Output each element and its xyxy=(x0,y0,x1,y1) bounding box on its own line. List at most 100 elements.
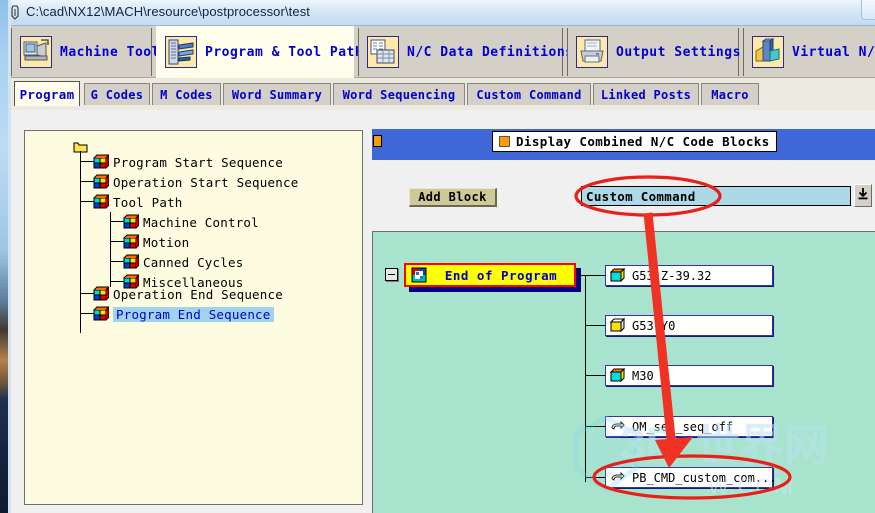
combobox-value: Custom Command xyxy=(586,188,696,204)
canvas-connector xyxy=(585,375,605,376)
tree-item-operation-start-sequence[interactable]: Operation Start Sequence xyxy=(93,173,298,191)
tab-program[interactable]: Program xyxy=(14,81,80,106)
tab-macro[interactable]: Macro xyxy=(701,83,759,105)
tab-m-codes[interactable]: M Codes xyxy=(152,83,221,105)
tree-connector xyxy=(80,161,94,162)
hand-pointer-icon xyxy=(610,470,625,485)
tree-trunk-line xyxy=(80,151,81,333)
titlebar-corner-button[interactable] xyxy=(861,0,875,20)
tree-item-label: Motion xyxy=(143,234,190,250)
block-row[interactable]: PB_CMD_custom_com... xyxy=(605,467,777,488)
header-chip-icon xyxy=(373,135,382,147)
virtual-nc-icon xyxy=(752,36,784,68)
tree-item-label: Machine Control xyxy=(143,214,259,230)
block-cube-icon xyxy=(123,213,141,230)
nc-data-definitions-icon xyxy=(367,36,399,68)
tab-virtual-nc[interactable]: Virtual N/C xyxy=(743,28,875,76)
add-block-button[interactable]: Add Block xyxy=(409,188,497,207)
end-of-program-label: End of Program xyxy=(444,267,558,283)
tree-item-motion[interactable]: Motion xyxy=(123,233,189,251)
tab-linked-posts[interactable]: Linked Posts xyxy=(593,83,699,105)
tree-subtrunk-line xyxy=(110,212,111,287)
tab-nc-data-definitions-label: N/C Data Definitions xyxy=(407,44,574,60)
block-row[interactable]: M30 xyxy=(605,365,773,386)
checkbox-icon xyxy=(499,136,510,147)
printer-icon xyxy=(576,36,608,68)
tree-item-label: Canned Cycles xyxy=(143,254,244,270)
tree-item-program-end-sequence[interactable]: Program End Sequence xyxy=(93,305,274,323)
tab-virtual-nc-label: Virtual N/C xyxy=(792,44,875,60)
main-tab-strip: Machine Tool Program & Tool Path N/C Dat… xyxy=(0,26,875,78)
tab-machine-tool[interactable]: Machine Tool xyxy=(11,28,159,76)
block-canvas[interactable]: End of Program G53 Z-39.32 G53 Y0 M30 OM… xyxy=(372,231,875,513)
tree-connector xyxy=(110,221,124,222)
block-label: OM_set_seq_off xyxy=(632,419,734,434)
canvas-connector-vertical xyxy=(585,275,586,482)
puzzle-icon xyxy=(411,267,428,284)
block-cube-icon xyxy=(93,173,111,190)
canvas-connector xyxy=(585,325,605,326)
sub-tab-strip: Program G Codes M Codes Word Summary Wor… xyxy=(0,78,875,110)
tab-machine-tool-label: Machine Tool xyxy=(60,44,160,60)
tree-item-label-selected: Program End Sequence xyxy=(113,306,274,322)
tree-connector xyxy=(110,261,124,262)
block-row[interactable]: G53 Z-39.32 xyxy=(605,265,773,286)
tree-connector xyxy=(80,181,94,182)
block-label: PB_CMD_custom_com... xyxy=(632,470,777,485)
tab-output-settings-label: Output Settings xyxy=(616,44,741,60)
tab-program-tool-path[interactable]: Program & Tool Path xyxy=(156,26,363,78)
block-cube-icon xyxy=(123,233,141,250)
tab-program-tool-path-label: Program & Tool Path xyxy=(205,44,364,60)
pin-icon xyxy=(10,5,22,21)
tree-item-canned-cycles[interactable]: Canned Cycles xyxy=(123,253,243,271)
canvas-connector xyxy=(585,426,605,427)
combobox-dropdown-button[interactable] xyxy=(854,184,872,207)
canvas-connector xyxy=(585,477,605,478)
window-left-edge xyxy=(0,0,8,513)
tab-nc-data-definitions[interactable]: N/C Data Definitions xyxy=(358,28,573,76)
block-cube-icon xyxy=(93,305,111,322)
yellow-cube-icon xyxy=(609,317,626,333)
collapse-expander[interactable] xyxy=(385,268,398,281)
display-combined-label: Display Combined N/C Code Blocks xyxy=(516,134,770,149)
program-tool-path-icon xyxy=(165,36,197,68)
window-left-edge-inner xyxy=(8,0,11,513)
block-row[interactable]: OM_set_seq_off xyxy=(605,416,773,437)
machine-tool-icon xyxy=(20,36,52,68)
tab-output-settings[interactable]: Output Settings xyxy=(567,28,741,76)
window-path-label: C:\cad\NX12\MACH\resource\postprocessor\… xyxy=(26,4,311,19)
tree-item-label: Tool Path xyxy=(113,194,183,210)
block-cube-icon xyxy=(93,193,111,210)
tree-connector xyxy=(80,313,94,314)
cyan-cube-icon xyxy=(609,367,626,383)
end-of-program-block[interactable]: End of Program xyxy=(404,263,576,287)
canvas-connector xyxy=(585,275,605,276)
block-cube-icon xyxy=(123,253,141,270)
tab-word-summary[interactable]: Word Summary xyxy=(223,83,331,105)
tree-connector xyxy=(80,293,94,294)
tab-g-codes[interactable]: G Codes xyxy=(84,83,150,105)
custom-command-combobox[interactable]: Custom Command xyxy=(581,186,851,206)
tree-connector xyxy=(110,241,124,242)
tree-item-tool-path[interactable]: Tool Path xyxy=(93,193,183,211)
block-cube-icon xyxy=(93,285,111,302)
tab-word-sequencing[interactable]: Word Sequencing xyxy=(333,83,465,105)
block-label: G53 Z-39.32 xyxy=(632,268,712,283)
display-combined-nc-code-blocks-toggle[interactable]: Display Combined N/C Code Blocks xyxy=(492,131,777,152)
tab-custom-command[interactable]: Custom Command xyxy=(467,83,591,105)
block-label: M30 xyxy=(632,368,654,383)
tree-item-operation-end-sequence[interactable]: Operation End Sequence xyxy=(93,285,283,303)
block-label: G53 Y0 xyxy=(632,318,676,333)
post-builder-window: C:\cad\NX12\MACH\resource\postprocessor\… xyxy=(0,0,875,513)
block-cube-icon xyxy=(93,153,111,170)
title-bar: C:\cad\NX12\MACH\resource\postprocessor\… xyxy=(0,0,875,26)
tree-item-label: Operation End Sequence xyxy=(113,286,283,302)
tree-item-label: Program Start Sequence xyxy=(113,154,283,170)
tree-item-program-start-sequence[interactable]: Program Start Sequence xyxy=(93,153,283,171)
tree-connector xyxy=(110,281,124,282)
block-row[interactable]: G53 Y0 xyxy=(605,315,773,336)
hand-pointer-icon xyxy=(610,419,625,434)
tree-item-machine-control[interactable]: Machine Control xyxy=(123,213,259,231)
tree-item-label: Operation Start Sequence xyxy=(113,174,299,190)
program-sequence-tree[interactable]: Program Start Sequence Operation Start S… xyxy=(24,130,363,505)
